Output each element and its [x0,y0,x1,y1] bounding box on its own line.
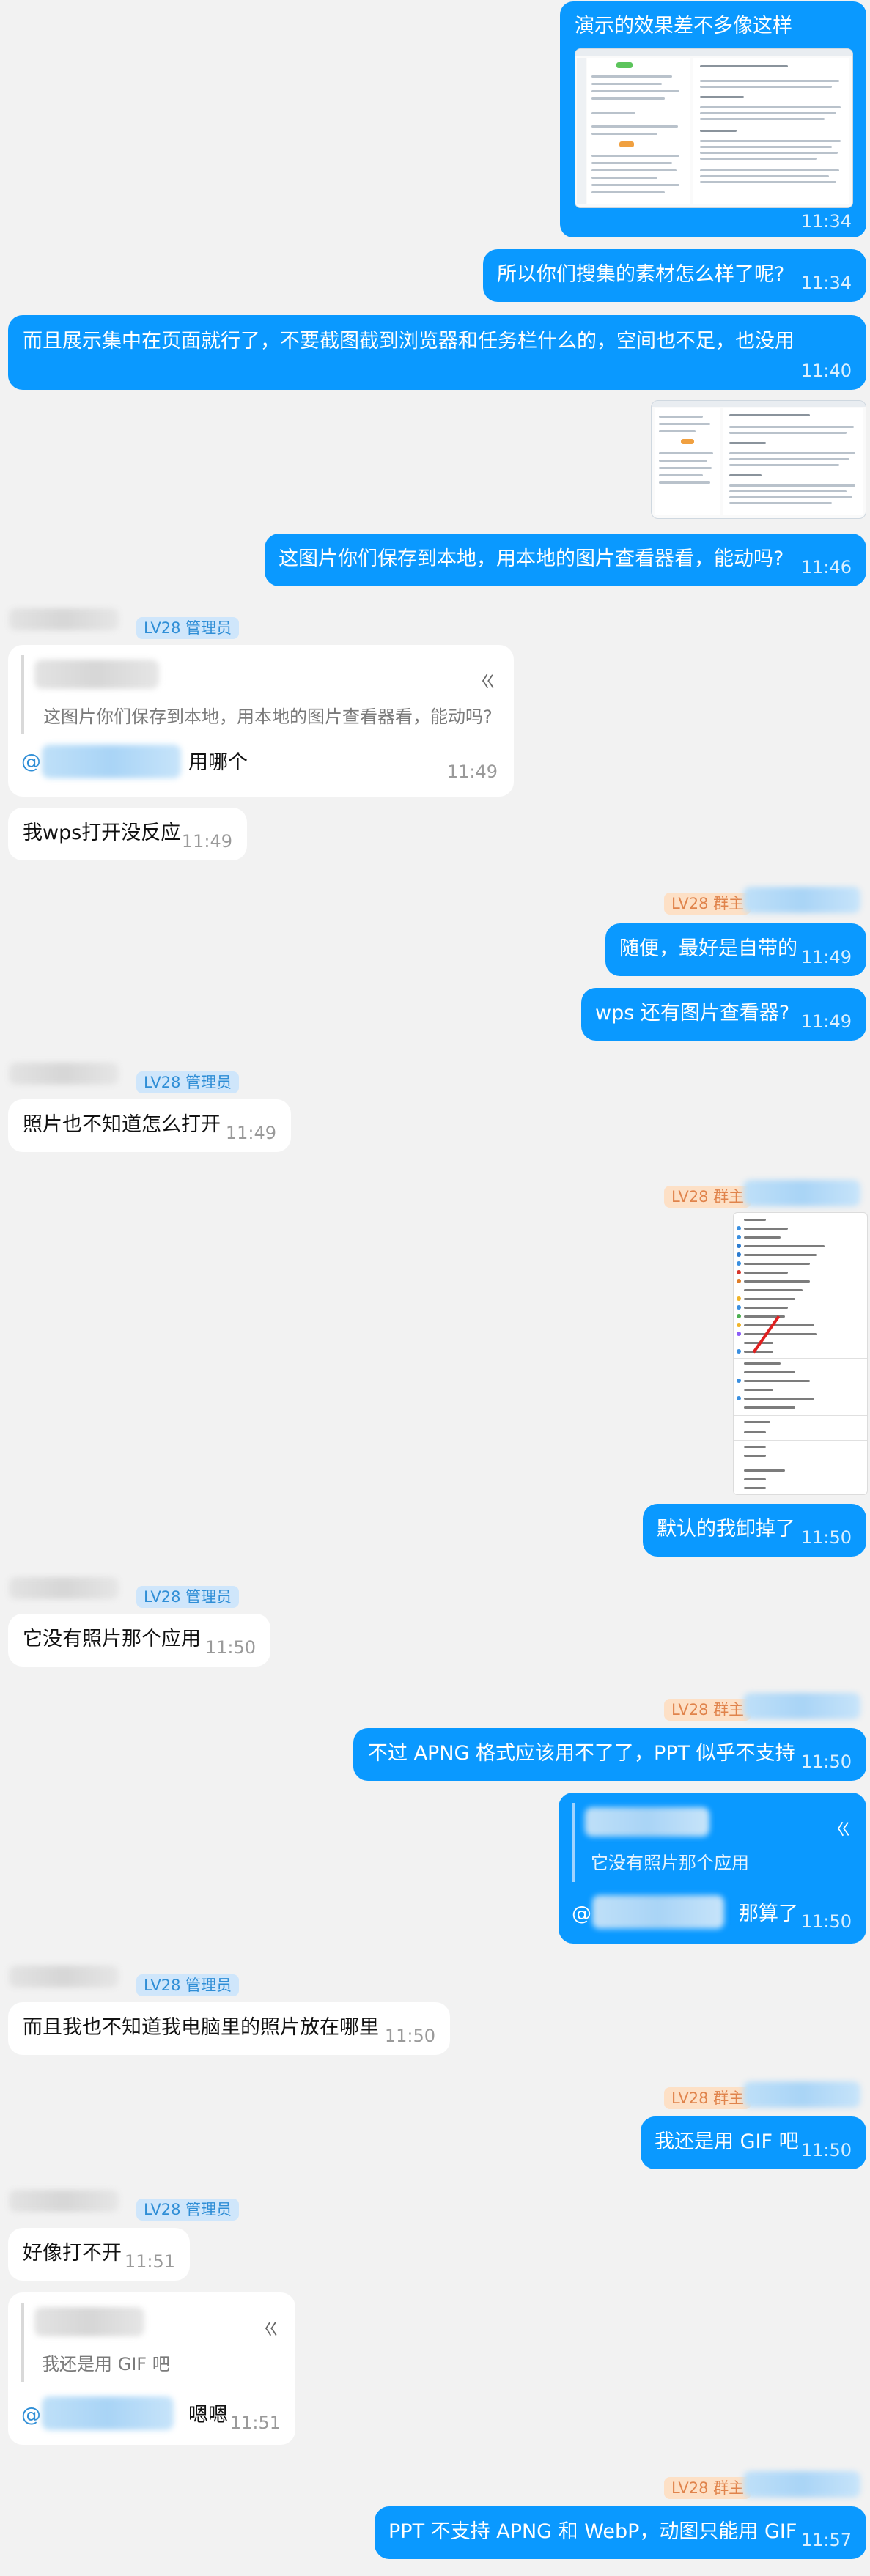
role-badge-owner: LV28 群主 [664,2087,752,2109]
mention-at: @ [21,2404,41,2426]
message-text: 我wps打开没反应 [23,822,181,844]
message-bubble-self[interactable]: 不过 APNG 格式应该用不了了，PPT 似乎不支持 11:50 [353,1728,866,1781]
message-time: 11:50 [204,1637,256,1658]
mention-at: @ [21,750,41,773]
message-time: 11:57 [800,2530,852,2550]
quoted-sender-blurred [34,660,159,689]
message-text: 用哪个 [188,751,248,774]
message-text: 随便，最好是自带的 [619,937,797,960]
quoted-text: 这图片你们保存到本地，用本地的图片查看器看，能动吗? [43,706,493,727]
message-text: 照片也不知道怎么打开 [23,1113,221,1136]
message-text: 好像打不开 [23,2242,122,2265]
quoted-sender-blurred [585,1807,709,1837]
sender-name-blurred [9,1577,119,1599]
role-badge-admin: LV28 管理员 [136,1586,240,1608]
message-bubble-other[interactable]: 它没有照片那个应用 11:50 [8,1614,270,1667]
message-bubble-self[interactable]: 而且展示集中在页面就行了，不要截图截到浏览器和任务栏什么的，空间也不足，也没用 … [8,315,866,390]
message-bubble-other[interactable]: 好像打不开 11:51 [8,2228,190,2281]
message-time: 11:49 [181,831,232,852]
message-bubble-self[interactable]: 所以你们搜集的素材怎么样了呢? 11:34 [483,249,866,302]
sender-name-blurred [9,608,119,630]
quoted-sender-blurred [34,2307,144,2336]
message-text: 所以你们搜集的素材怎么样了呢? [497,263,785,286]
quote-close-icon[interactable]: ㄍ [263,2317,279,2344]
message-text: 那算了 [739,1903,798,1925]
message-time: 11:46 [800,557,852,577]
role-badge-owner: LV28 群主 [664,1699,752,1721]
context-menu-screenshot[interactable] [733,1212,868,1495]
message-bubble-self[interactable]: 我还是用 GIF 吧 11:50 [641,2116,866,2169]
reply-quote[interactable]: ㄍ 我还是用 GIF 吧 [21,2303,284,2382]
message-text: 而且展示集中在页面就行了，不要截图截到浏览器和任务栏什么的，空间也不足，也没用 [23,330,795,353]
quoted-text: 我还是用 GIF 吧 [42,2354,170,2374]
mention-name-blurred [42,2396,174,2430]
role-badge-owner: LV28 群主 [664,2477,752,2499]
message-bubble-self[interactable]: 演示的效果差不多像这样 11:34 [560,1,866,237]
message-text: 这图片你们保存到本地，用本地的图片查看器看，能动吗? [279,547,784,570]
message-time: 11:40 [800,361,852,381]
mention-name-blurred [42,745,181,778]
reply-quote[interactable]: ㄍ 这图片你们保存到本地，用本地的图片查看器看，能动吗? [21,655,501,734]
message-time: 11:49 [800,1011,852,1032]
role-badge-admin: LV28 管理员 [136,617,240,639]
message-bubble-self[interactable]: PPT 不支持 APNG 和 WebP，动图只能用 GIF 11:57 [375,2506,866,2559]
message-time: 11:50 [800,1752,852,1772]
sender-name-blurred [743,1693,860,1719]
reply-quote[interactable]: ㄍ 它没有照片那个应用 [572,1803,856,1882]
message-text: 嗯嗯 [188,2404,228,2426]
message-text: 演示的效果差不多像这样 [575,15,792,37]
role-badge-admin: LV28 管理员 [136,1974,240,1996]
message-time: 11:49 [446,761,498,782]
quoted-text: 它没有照片那个应用 [591,1853,749,1873]
message-text: 不过 APNG 格式应该用不了了，PPT 似乎不支持 [368,1742,795,1765]
message-bubble-self[interactable]: wps 还有图片查看器? 11:49 [581,988,866,1041]
message-text: 我还是用 GIF 吧 [655,2130,799,2153]
message-time: 11:50 [384,2026,435,2046]
message-time: 11:50 [800,2140,852,2160]
quote-close-icon[interactable]: ㄍ [836,1817,852,1844]
message-time: 11:50 [800,1527,852,1548]
sender-name-blurred [9,1966,119,1988]
sender-name-blurred [743,1180,860,1206]
message-time: 11:34 [800,273,852,293]
message-text: wps 还有图片查看器? [595,1002,790,1025]
mention-name-blurred [592,1895,724,1929]
role-badge-owner: LV28 群主 [664,1186,752,1208]
sender-name-blurred [9,2190,119,2212]
mention-at: @ [572,1903,591,1925]
message-bubble-other[interactable]: 照片也不知道怎么打开 11:49 [8,1099,291,1152]
message-text: 默认的我卸掉了 [657,1518,795,1540]
message-time: 11:34 [800,211,852,232]
message-time: 11:50 [800,1911,852,1932]
sender-name-blurred [743,887,860,913]
message-time: 11:49 [800,947,852,967]
message-text: 它没有照片那个应用 [23,1628,201,1650]
message-bubble-other-reply[interactable]: ㄍ 我还是用 GIF 吧 @ 嗯嗯 11:51 [8,2292,295,2445]
message-bubble-other-reply[interactable]: ㄍ 这图片你们保存到本地，用本地的图片查看器看，能动吗? @ 用哪个 11:49 [8,645,514,797]
sender-name-blurred [743,2471,860,2498]
message-bubble-self[interactable]: 随便，最好是自带的 11:49 [605,923,866,976]
message-time: 11:51 [124,2251,175,2272]
message-bubble-self[interactable]: 默认的我卸掉了 11:50 [643,1504,866,1557]
message-bubble-self-reply[interactable]: ㄍ 它没有照片那个应用 @ 那算了 11:50 [559,1793,866,1944]
message-text: 而且我也不知道我电脑里的照片放在哪里 [23,2016,379,2039]
message-time: 11:51 [229,2413,281,2433]
message-bubble-other[interactable]: 而且我也不知道我电脑里的照片放在哪里 11:50 [8,2002,450,2055]
message-bubble-self[interactable]: 这图片你们保存到本地，用本地的图片查看器看，能动吗? 11:46 [265,534,866,586]
sender-name-blurred [9,1063,119,1085]
screenshot-image[interactable] [651,400,866,519]
message-text: PPT 不支持 APNG 和 WebP，动图只能用 GIF [388,2520,797,2543]
role-badge-owner: LV28 群主 [664,893,752,915]
quote-close-icon[interactable]: ㄍ [480,670,496,696]
role-badge-admin: LV28 管理员 [136,1071,240,1093]
screenshot-thumbnail[interactable] [575,48,853,208]
sender-name-blurred [743,2081,860,2108]
role-badge-admin: LV28 管理员 [136,2199,240,2221]
message-bubble-other[interactable]: 我wps打开没反应 11:49 [8,808,247,860]
message-time: 11:49 [225,1123,276,1143]
